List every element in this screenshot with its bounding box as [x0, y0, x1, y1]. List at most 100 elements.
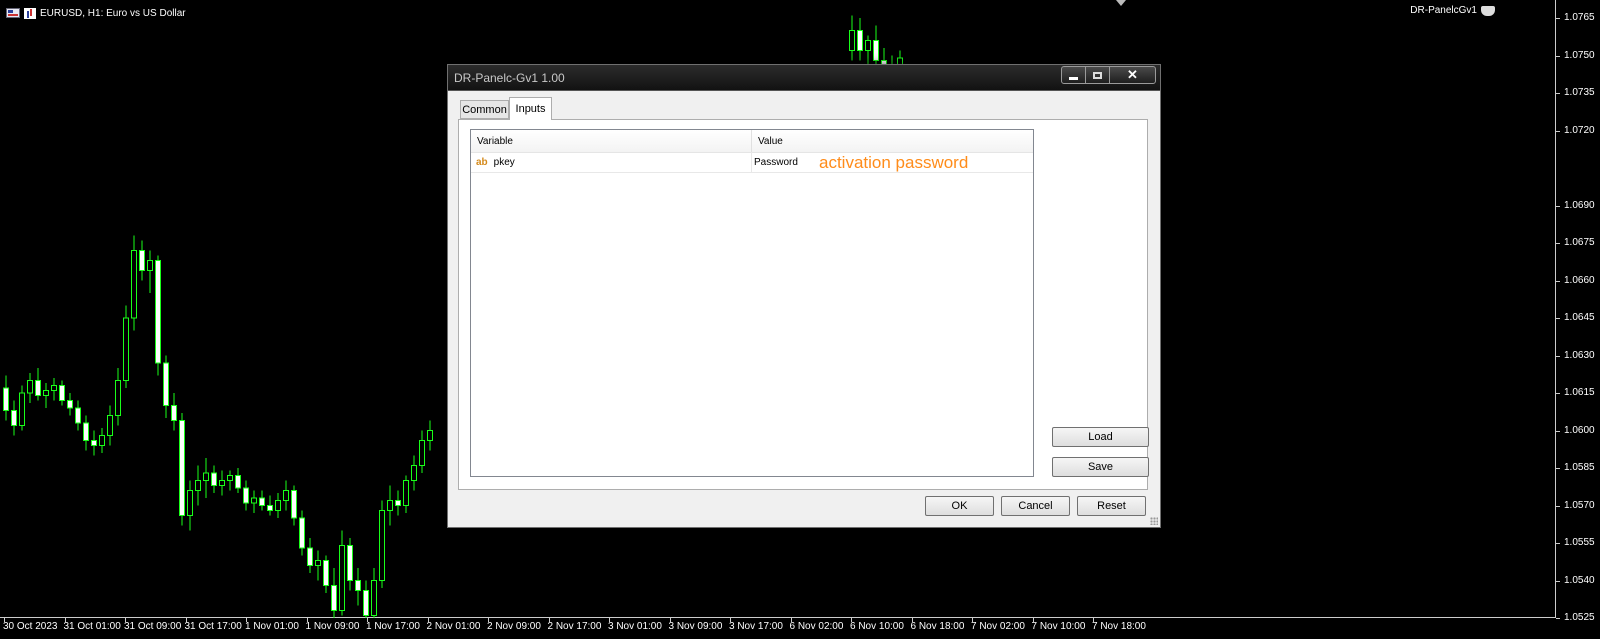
bull-candle-body: [203, 472, 209, 481]
currency-flag-icon: [6, 8, 20, 18]
candle-46: [371, 568, 377, 618]
candle-24: [195, 465, 201, 506]
candle-39: [315, 550, 321, 581]
candle-32: [259, 490, 265, 511]
price-tick: [1556, 55, 1560, 57]
bear-candle-body: [259, 497, 265, 506]
price-label: 1.0720: [1564, 124, 1595, 136]
candle-top-0: [849, 15, 855, 61]
price-tick: [1556, 543, 1560, 544]
candle-22: [179, 413, 185, 526]
variable-name: pkey: [493, 156, 515, 168]
price-axis[interactable]: 1.0765 1.0750 1.0735 1.0720 1.0690 1.0675 1.06…: [1556, 0, 1600, 639]
bull-candle-body: [99, 435, 105, 446]
bull-candle-body: [275, 500, 281, 511]
bull-candle-body: [43, 390, 49, 396]
reset-button[interactable]: Reset: [1077, 496, 1146, 516]
price-label: 1.0645: [1564, 312, 1595, 323]
expert-advisor-badge[interactable]: DR-PanelcGv1: [1410, 5, 1495, 16]
bear-candle-body: [179, 420, 185, 516]
candle-1: [11, 400, 17, 436]
bull-candle-body: [147, 260, 153, 271]
time-label: 3 Nov 09:00: [668, 621, 723, 632]
time-label: 6 Nov 02:00: [789, 621, 844, 632]
bull-candle-body: [427, 430, 433, 441]
candle-12: [99, 428, 105, 453]
bear-candle-body: [395, 500, 401, 506]
candle-26: [211, 465, 217, 493]
tab-common[interactable]: Common: [460, 100, 509, 119]
price-label: 1.0585: [1564, 462, 1595, 473]
bull-candle-body: [187, 490, 193, 516]
bull-candle-body: [27, 380, 33, 394]
candle-3: [27, 373, 33, 403]
chart-shift-marker-icon[interactable]: [1116, 0, 1126, 6]
time-label: 6 Nov 10:00: [850, 621, 904, 632]
price-tick: [1556, 393, 1560, 394]
candle-16: [131, 235, 137, 331]
minimize-button[interactable]: [1061, 66, 1086, 84]
bear-candle-body: [243, 487, 249, 504]
candle-17: [139, 240, 145, 281]
candle-52: [419, 430, 425, 473]
candle-33: [267, 495, 273, 516]
close-icon: ✕: [1127, 67, 1138, 82]
time-label: 1 Nov 17:00: [366, 621, 420, 632]
bear-candle-body: [3, 387, 9, 411]
bear-candle-body: [331, 585, 337, 611]
expert-hat-icon: [1481, 5, 1495, 16]
candle-38: [307, 538, 313, 573]
bear-candle-body: [307, 547, 313, 566]
bull-candle-body: [227, 475, 233, 481]
bull-candle-body: [251, 497, 257, 504]
bear-candle-body: [873, 40, 879, 61]
candle-35: [283, 480, 289, 511]
resize-grip-icon[interactable]: [1150, 517, 1158, 525]
candle-25: [203, 458, 209, 498]
ok-button[interactable]: OK: [925, 496, 994, 516]
bear-candle-body: [171, 405, 177, 421]
bull-candle-body: [371, 580, 377, 616]
column-header-value[interactable]: Value: [752, 130, 1033, 152]
candle-2: [19, 385, 25, 431]
price-tick: [1556, 318, 1560, 319]
bull-candle-body: [131, 250, 137, 319]
chart-header: EURUSD, H1: Euro vs US Dollar: [6, 5, 186, 21]
bear-candle-body: [163, 362, 169, 406]
candle-11: [91, 430, 97, 456]
candle-34: [275, 493, 281, 518]
dialog-title: DR-Panelc-Gv1 1.00: [454, 71, 565, 85]
candle-top-1: [857, 18, 863, 61]
save-button[interactable]: Save: [1052, 457, 1149, 477]
candle-20: [163, 355, 169, 418]
bull-candle-body: [411, 465, 417, 481]
load-button[interactable]: Load: [1052, 427, 1149, 447]
row-variable-cell[interactable]: ab pkey: [471, 152, 752, 172]
column-header-variable[interactable]: Variable: [471, 130, 752, 152]
bull-candle-body: [315, 560, 321, 566]
dialog-titlebar[interactable]: DR-Panelc-Gv1 1.00 ✕: [448, 65, 1160, 91]
candle-6: [51, 378, 57, 401]
maximize-button[interactable]: [1085, 66, 1110, 84]
variable-value[interactable]: Password: [754, 157, 798, 168]
price-tick: [1556, 205, 1560, 207]
bull-candle-body: [115, 380, 121, 416]
price-tick: [1556, 618, 1560, 619]
bull-candle-body: [107, 415, 113, 436]
time-label: 31 Oct 09:00: [124, 621, 182, 632]
close-button[interactable]: ✕: [1109, 66, 1156, 84]
tab-inputs[interactable]: Inputs: [509, 97, 552, 120]
candle-53: [427, 420, 433, 451]
time-label: 2 Nov 01:00: [426, 621, 481, 632]
bull-candle-body: [51, 385, 57, 391]
candle-30: [243, 480, 249, 511]
candle-28: [227, 470, 233, 491]
price-tick: [1556, 18, 1560, 19]
candle-14: [115, 368, 121, 426]
price-label: 1.0675: [1564, 237, 1595, 248]
candle-0: [3, 375, 9, 421]
bear-candle-body: [35, 380, 41, 396]
time-axis[interactable]: 30 Oct 2023 31 Oct 01:00 31 Oct 09:00 31 Oc…: [0, 618, 1556, 639]
cancel-button[interactable]: Cancel: [1001, 496, 1070, 516]
bear-candle-body: [857, 30, 863, 51]
